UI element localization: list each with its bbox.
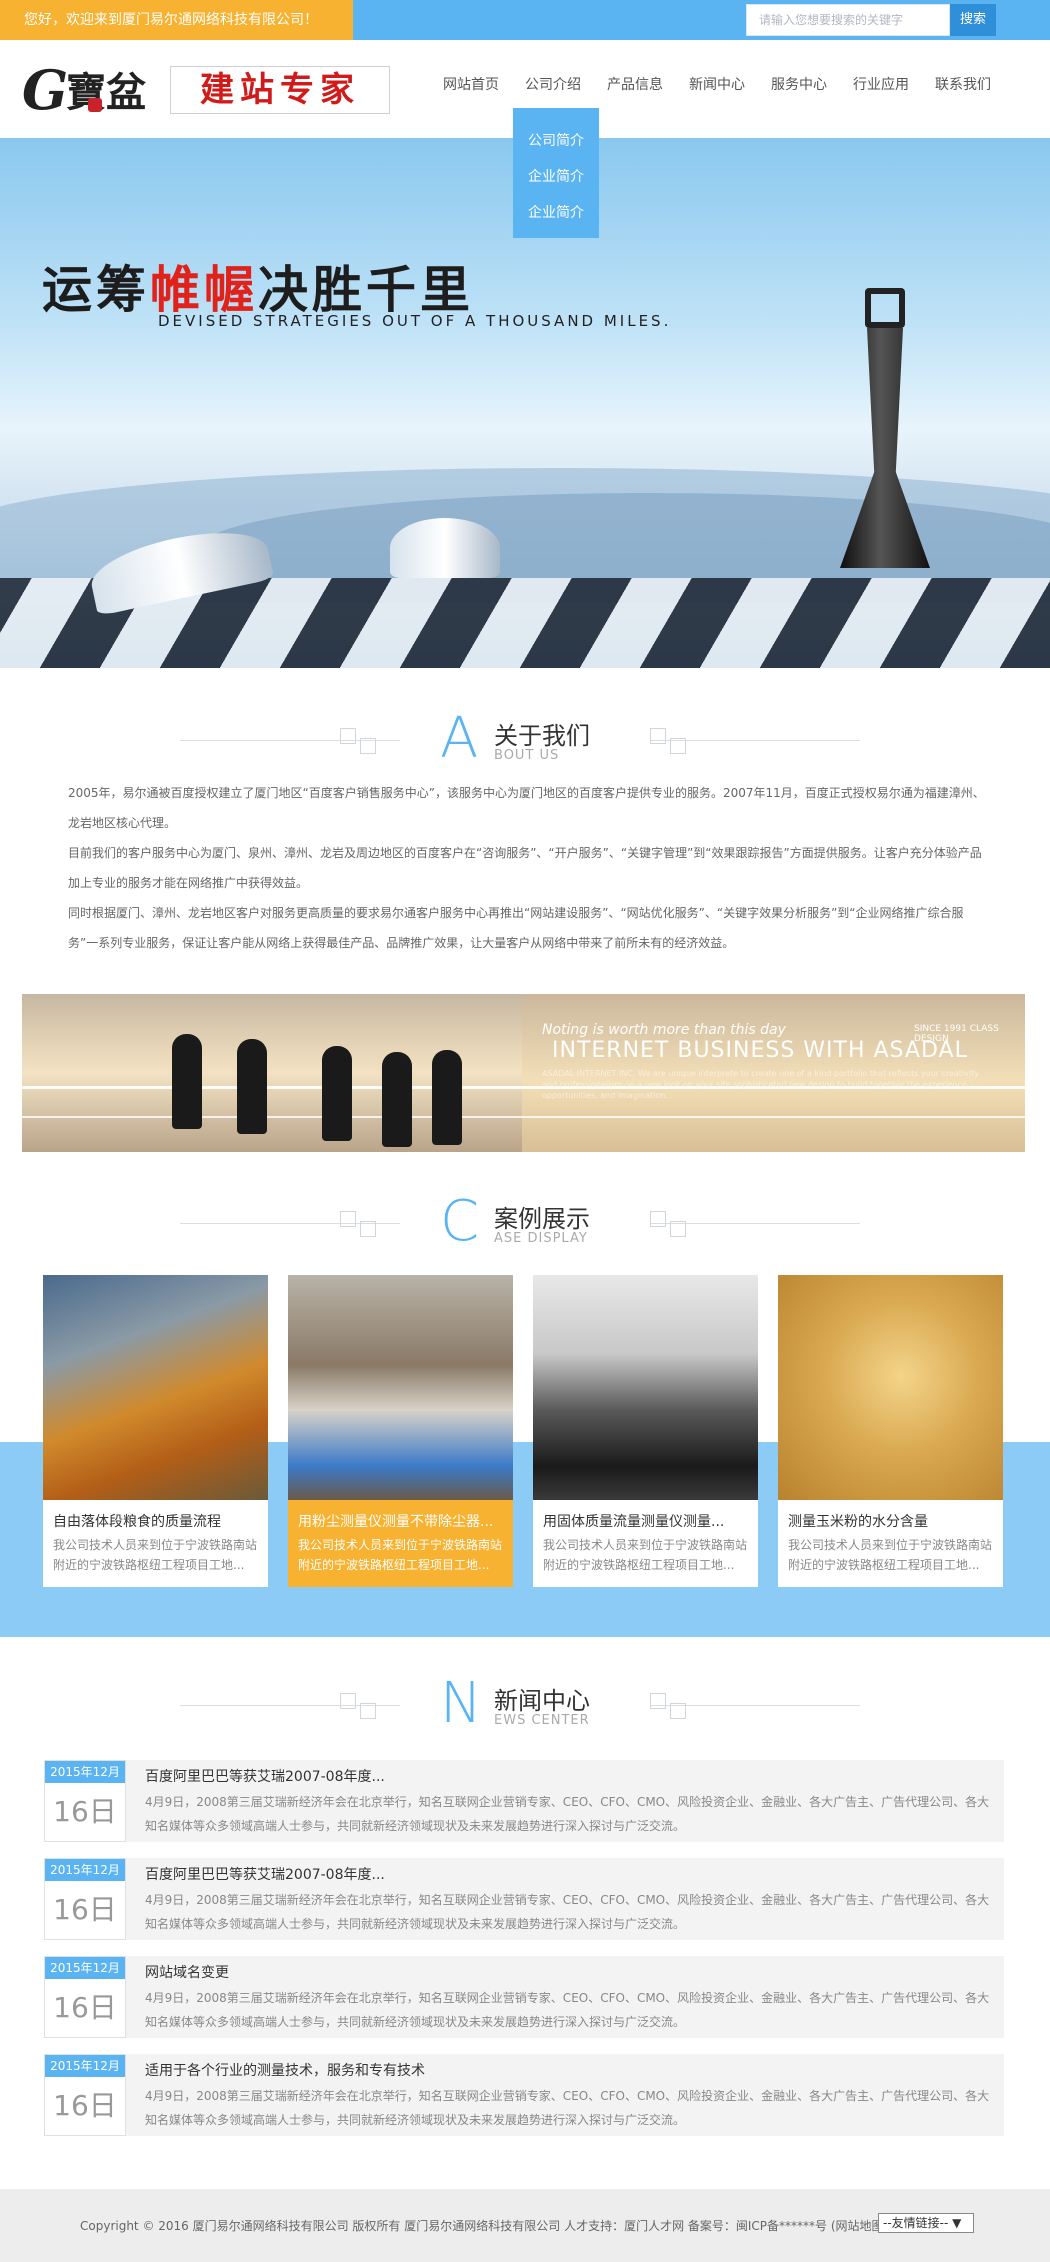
businessman-figure [382, 1052, 412, 1147]
cases-letter: C [440, 1189, 480, 1254]
about-section-title: A 关于我们 BOUT US [0, 710, 1050, 770]
strip-headline: INTERNET BUSINESS WITH ASADAL [552, 1038, 968, 1063]
news-item[interactable]: 2015年12月 16日 网站域名变更 4月9日，2008第三届艾瑞新经济年会在… [44, 1956, 1004, 2038]
deco-square-icon [650, 728, 666, 744]
case-image [533, 1275, 758, 1500]
nav-item-news[interactable]: 新闻中心 [676, 74, 758, 98]
news-subtitle: EWS CENTER [494, 1713, 590, 1728]
logo-g: G [22, 58, 69, 122]
news-title-link[interactable]: 适用于各个行业的测量技术，服务和专有技术 [145, 2060, 425, 2080]
news-summary: 4月9日，2008第三届艾瑞新经济年会在北京举行，知名互联网企业营销专家、CEO… [145, 1795, 990, 1833]
business-banner-image: Noting is worth more than this day SINCE… [22, 994, 1025, 1152]
case-image [288, 1275, 513, 1500]
businessman-figure [432, 1050, 462, 1145]
news-item[interactable]: 2015年12月 16日 百度阿里巴巴等获艾瑞2007-08年度... 4月9日… [44, 1858, 1004, 1940]
logo[interactable]: G 寶盆 建站专家 [22, 58, 390, 128]
news-item[interactable]: 2015年12月 16日 适用于各个行业的测量技术，服务和专有技术 4月9日，2… [44, 2054, 1004, 2136]
deco-square-icon [670, 1703, 686, 1719]
about-subtitle: BOUT US [494, 748, 560, 763]
logo-slogan: 建站专家 [170, 66, 390, 114]
deco-square-icon [360, 1703, 376, 1719]
about-text: 2005年，易尔通被百度授权建立了厦门地区“百度客户销售服务中心”，该服务中心为… [68, 778, 988, 958]
news-date: 2015年12月 16日 [44, 1956, 126, 2038]
news-summary: 4月9日，2008第三届艾瑞新经济年会在北京举行，知名互联网企业营销专家、CEO… [145, 1893, 990, 1931]
deco-square-icon [650, 1693, 666, 1709]
news-summary: 4月9日，2008第三届艾瑞新经济年会在北京举行，知名互联网企业营销专家、CEO… [145, 1991, 990, 2029]
deco-square-icon [340, 1211, 356, 1227]
black-king-image [820, 288, 950, 568]
case-image [778, 1275, 1003, 1500]
news-date: 2015年12月 16日 [44, 1760, 126, 1842]
case-desc: 我公司技术人员来到位于宁波铁路南站附近的宁波铁路枢纽工程项目工地... [543, 1538, 748, 1572]
search-input[interactable]: 请输入您想要搜索的关键字 [746, 4, 950, 36]
nav-item-contact[interactable]: 联系我们 [922, 74, 1004, 98]
case-desc: 我公司技术人员来到位于宁波铁路南站附近的宁波铁路枢纽工程项目工地... [788, 1538, 993, 1572]
search-button[interactable]: 搜索 [950, 4, 996, 36]
deco-square-icon [340, 728, 356, 744]
news-letter: N [440, 1671, 482, 1736]
deco-square-icon [360, 1221, 376, 1237]
deco-square-icon [360, 738, 376, 754]
case-card[interactable]: 用固体质量流量测量仪测量... 我公司技术人员来到位于宁波铁路南站附近的宁波铁路… [533, 1275, 758, 1587]
news-date: 2015年12月 16日 [44, 2054, 126, 2136]
news-date: 2015年12月 16日 [44, 1858, 126, 1940]
news-section-title: N 新闻中心 EWS CENTER [0, 1675, 1050, 1735]
top-bar: 您好，欢迎来到厦门易尔通网络科技有限公司！ 请输入您想要搜索的关键字 搜索 [0, 0, 1050, 40]
footer: Copyright © 2016 厦门易尔通网络科技有限公司 版权所有 厦门易尔… [0, 2189, 1050, 2262]
case-card[interactable]: 测量玉米粉的水分含量 我公司技术人员来到位于宁波铁路南站附近的宁波铁路枢纽工程项… [778, 1275, 1003, 1587]
news-item[interactable]: 2015年12月 16日 百度阿里巴巴等获艾瑞2007-08年度... 4月9日… [44, 1760, 1004, 1842]
case-desc: 我公司技术人员来到位于宁波铁路南站附近的宁波铁路枢纽工程项目工地... [53, 1538, 258, 1572]
case-title: 用固体质量流量测量仪测量... [543, 1514, 725, 1530]
news-title: 新闻中心 [494, 1687, 590, 1715]
footer-copyright: Copyright © 2016 厦门易尔通网络科技有限公司 版权所有 厦门易尔… [80, 2219, 889, 2233]
news-summary: 4月9日，2008第三届艾瑞新经济年会在北京举行，知名互联网企业营销专家、CEO… [145, 2089, 990, 2127]
nav-item-service[interactable]: 服务中心 [758, 74, 840, 98]
news-title-link[interactable]: 百度阿里巴巴等获艾瑞2007-08年度... [145, 1766, 385, 1786]
businessman-figure [172, 1034, 202, 1129]
logo-bao: 寶盆 [66, 69, 146, 116]
about-paragraph: 目前我们的客户服务中心为厦门、泉州、漳州、龙岩及周边地区的百度客户在“咨询服务”… [68, 846, 982, 890]
banner-subtitle: DEVISED STRATEGIES OUT OF A THOUSAND MIL… [158, 312, 672, 330]
case-card[interactable]: 用粉尘测量仪测量不带除尘器... 我公司技术人员来到位于宁波铁路南站附近的宁波铁… [288, 1275, 513, 1587]
businessman-figure [237, 1039, 267, 1134]
logo-seal-icon [88, 98, 102, 112]
about-paragraph: 同时根据厦门、漳州、龙岩地区客户对服务更高质量的要求易尔通客户服务中心再推出“网… [68, 906, 964, 950]
case-card[interactable]: 自由落体段粮食的质量流程 我公司技术人员来到位于宁波铁路南站附近的宁波铁路枢纽工… [43, 1275, 268, 1587]
case-title: 测量玉米粉的水分含量 [788, 1514, 928, 1530]
about-paragraph: 2005年，易尔通被百度授权建立了厦门地区“百度客户销售服务中心”，该服务中心为… [68, 786, 985, 830]
nav-item-about[interactable]: 公司介绍 [512, 74, 594, 98]
dropdown-item-company[interactable]: 公司简介 [513, 130, 599, 150]
dropdown-item-enterprise-2[interactable]: 企业简介 [513, 202, 599, 222]
deco-square-icon [650, 1211, 666, 1227]
about-dropdown-menu: 公司简介 企业简介 企业简介 [513, 108, 599, 238]
case-title: 自由落体段粮食的质量流程 [53, 1514, 221, 1530]
deco-square-icon [340, 1693, 356, 1709]
news-title-link[interactable]: 网站域名变更 [145, 1962, 229, 1982]
cases-title: 案例展示 [494, 1205, 590, 1233]
nav-item-home[interactable]: 网站首页 [430, 74, 512, 98]
about-title: 关于我们 [494, 722, 590, 750]
main-nav: 网站首页 公司介绍 产品信息 新闻中心 服务中心 行业应用 联系我们 [430, 74, 1004, 98]
cases-subtitle: ASE DISPLAY [494, 1231, 588, 1246]
cases-section-title: C 案例展示 ASE DISPLAY [0, 1193, 1050, 1253]
case-image [43, 1275, 268, 1500]
about-letter: A [440, 706, 479, 771]
case-desc: 我公司技术人员来到位于宁波铁路南站附近的宁波铁路枢纽工程项目工地... [298, 1538, 503, 1572]
news-title-link[interactable]: 百度阿里巴巴等获艾瑞2007-08年度... [145, 1864, 385, 1884]
nav-item-industry[interactable]: 行业应用 [840, 74, 922, 98]
deco-square-icon [670, 738, 686, 754]
welcome-text: 您好，欢迎来到厦门易尔通网络科技有限公司！ [0, 0, 353, 40]
businessman-figure [322, 1046, 352, 1141]
strip-tagline: Noting is worth more than this day [542, 1022, 786, 1038]
nav-item-products[interactable]: 产品信息 [594, 74, 676, 98]
friend-links-select[interactable]: --友情链接-- ▼ [878, 2213, 974, 2233]
deco-square-icon [670, 1221, 686, 1237]
white-piece-image [390, 518, 500, 578]
case-title: 用粉尘测量仪测量不带除尘器... [298, 1514, 494, 1530]
strip-body: ASADAL INTERNET INC. We are unique inter… [542, 1069, 979, 1100]
dropdown-item-enterprise-1[interactable]: 企业简介 [513, 166, 599, 186]
